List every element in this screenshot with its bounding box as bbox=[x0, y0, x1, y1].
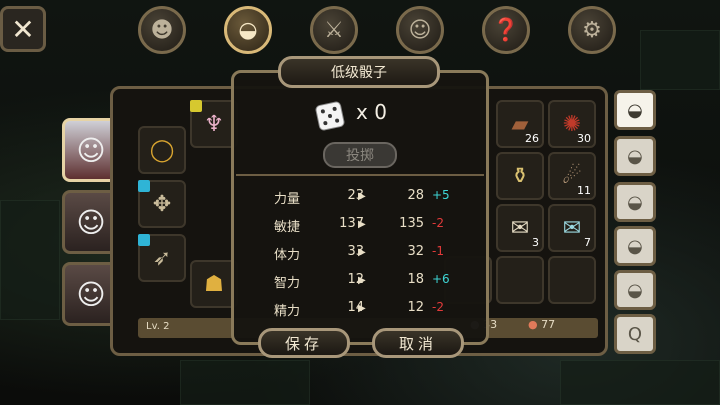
urn-icon: ⚱ bbox=[510, 163, 530, 189]
currency-b: ● 77 bbox=[528, 318, 555, 331]
top-navigation: ☻ ◒ ⚔ ☺ ❓ ⚙ bbox=[138, 6, 616, 54]
equip-slot-armor[interactable]: ✥ bbox=[138, 180, 186, 228]
dice-count: x 0 bbox=[356, 100, 387, 124]
level-text: Lv. 2 bbox=[146, 321, 170, 332]
bag-tab-3[interactable]: ◒ bbox=[614, 182, 656, 222]
inventory-slot[interactable]: ⚱ bbox=[496, 152, 544, 200]
stat-delta: -2 bbox=[432, 216, 444, 230]
inventory-slot-empty[interactable] bbox=[496, 256, 544, 304]
stat-name: 敏捷 bbox=[274, 220, 301, 235]
item-count: 3 bbox=[532, 236, 539, 249]
equip-slot-weapon[interactable]: ➶ bbox=[138, 234, 186, 282]
inventory-slot[interactable]: ✉ 7 bbox=[548, 204, 596, 252]
copper-coin-icon: ● bbox=[528, 318, 538, 331]
stat-delta: +6 bbox=[432, 272, 450, 286]
head-profile-icon: ☻ bbox=[150, 17, 174, 43]
bag-tab-5[interactable]: ◒ bbox=[614, 270, 656, 310]
roll-button[interactable]: 投掷 bbox=[323, 142, 397, 168]
arrow-right-icon: ▶ bbox=[358, 247, 366, 258]
quest-bag-icon: Q bbox=[627, 323, 643, 345]
map-tile bbox=[560, 360, 720, 405]
bag-icon: ◒ bbox=[238, 17, 258, 43]
stat-name: 体力 bbox=[274, 248, 301, 263]
arrow-right-icon: ▶ bbox=[358, 219, 366, 230]
item-count: 26 bbox=[525, 132, 539, 145]
stat-row-intelligence: 智力 12 ▶ 18 +6 bbox=[236, 266, 484, 294]
stat-name: 精力 bbox=[274, 304, 301, 319]
stat-name: 智力 bbox=[274, 276, 301, 291]
character-portrait-icon: ☺ bbox=[76, 133, 106, 167]
dialog-title: 低级骰子 bbox=[278, 56, 440, 88]
scroll-blue-icon: ✉ bbox=[562, 215, 582, 241]
item-count: 30 bbox=[577, 132, 591, 145]
stat-delta: +5 bbox=[432, 188, 450, 202]
stat-row-agility: 敏捷 137 ▶ 135 -2 bbox=[236, 210, 484, 238]
bag-tab-1[interactable]: ◒ bbox=[614, 90, 656, 130]
stat-new-value: 135 bbox=[399, 216, 424, 231]
inventory-slot[interactable]: ▰ 26 bbox=[496, 100, 544, 148]
nav-equipment-button[interactable]: ⚔ bbox=[310, 6, 358, 54]
arrow-right-icon: ▶ bbox=[358, 275, 366, 286]
scroll-red-icon: ✉ bbox=[510, 215, 530, 241]
currency-b-value: 77 bbox=[541, 318, 556, 331]
stat-delta: -1 bbox=[432, 244, 444, 258]
item-count: 7 bbox=[584, 236, 591, 249]
bag-tab-2[interactable]: ◒ bbox=[614, 136, 656, 176]
bag-tab-4[interactable]: ◒ bbox=[614, 226, 656, 266]
bag-icon: ◒ bbox=[627, 191, 643, 213]
dialog-divider bbox=[236, 174, 484, 176]
bag-tab-quest[interactable]: Q bbox=[614, 314, 656, 354]
stat-name: 力量 bbox=[274, 192, 301, 207]
nav-settings-button[interactable]: ⚙ bbox=[568, 6, 616, 54]
armor-icon: ✥ bbox=[152, 191, 172, 217]
inventory-slot[interactable]: ✺ 30 bbox=[548, 100, 596, 148]
stat-delta: -2 bbox=[432, 300, 444, 314]
arrow-right-icon: ▶ bbox=[358, 303, 366, 314]
stat-new-value: 18 bbox=[407, 272, 424, 287]
item-count: 11 bbox=[577, 184, 591, 197]
nav-profile-button[interactable]: ☻ bbox=[138, 6, 186, 54]
boots-icon: ☗ bbox=[204, 271, 224, 297]
bag-icon: ◒ bbox=[627, 145, 643, 167]
party-icon: ☺ bbox=[408, 17, 432, 43]
bag-icon: ◒ bbox=[627, 235, 643, 257]
scroll-quest-icon: ❓ bbox=[492, 17, 520, 43]
inventory-slot[interactable]: ☄ 11 bbox=[548, 152, 596, 200]
stat-row-energy: 精力 14 ▶ 12 -2 bbox=[236, 294, 484, 322]
blade-icon: ➶ bbox=[152, 245, 172, 271]
nav-quest-button[interactable]: ❓ bbox=[482, 6, 530, 54]
save-button[interactable]: 保存 bbox=[258, 328, 350, 358]
equip-slot-ring[interactable]: ◯ bbox=[138, 126, 186, 174]
gear-icon: ⚙ bbox=[582, 17, 602, 43]
character-portrait-icon: ☺ bbox=[76, 205, 106, 239]
dice-icon bbox=[315, 101, 345, 131]
bag-icon: ◒ bbox=[627, 279, 643, 301]
stat-new-value: 32 bbox=[407, 244, 424, 259]
map-tile bbox=[180, 360, 310, 405]
nav-bag-button[interactable]: ◒ bbox=[224, 6, 272, 54]
nav-party-button[interactable]: ☺ bbox=[396, 6, 444, 54]
cancel-button[interactable]: 取消 bbox=[372, 328, 464, 358]
character-portrait-icon: ☺ bbox=[76, 277, 106, 311]
inventory-slot-empty[interactable] bbox=[548, 256, 596, 304]
stat-row-stamina: 体力 33 ▶ 32 -1 bbox=[236, 238, 484, 266]
stat-row-strength: 力量 23 ▶ 28 +5 bbox=[236, 182, 484, 210]
stat-new-value: 12 bbox=[407, 300, 424, 315]
map-tile bbox=[640, 30, 720, 90]
sword-icon: ⚔ bbox=[324, 17, 344, 43]
map-tile bbox=[0, 200, 60, 320]
ring-icon: ◯ bbox=[149, 137, 175, 163]
close-button[interactable]: ✕ bbox=[0, 6, 46, 52]
bag-icon: ◒ bbox=[627, 99, 643, 121]
stat-new-value: 28 bbox=[407, 188, 424, 203]
inventory-slot[interactable]: ✉ 3 bbox=[496, 204, 544, 252]
horn-icon: ♆ bbox=[204, 111, 224, 137]
x-icon: ✕ bbox=[11, 12, 35, 46]
arrow-right-icon: ▶ bbox=[358, 191, 366, 202]
